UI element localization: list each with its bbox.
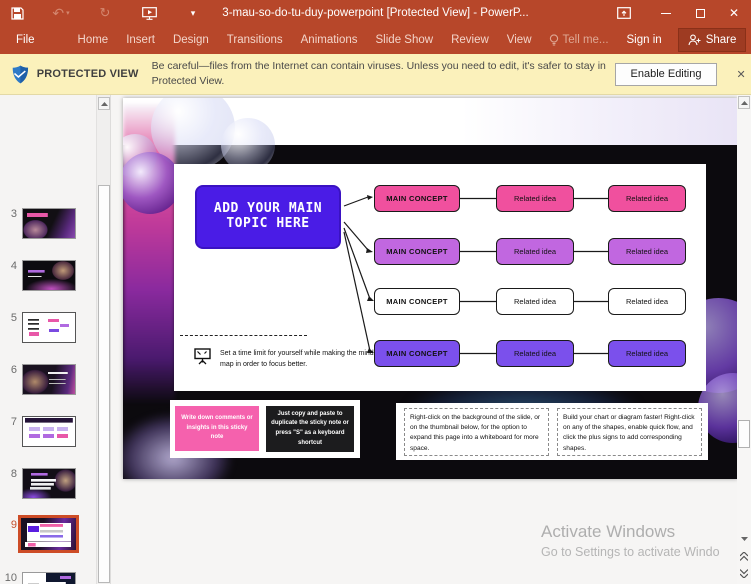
selected-slide-border[interactable]	[18, 515, 79, 553]
mindmap-row-1: MAIN CONCEPT Related idea Related idea	[174, 185, 706, 212]
slide-canvas: ADD YOUR MAIN TOPIC HERE MAIN CONCEPT Re…	[110, 95, 737, 584]
share-button[interactable]: Share	[677, 28, 747, 52]
thumbnail-scrollbar[interactable]	[96, 95, 110, 584]
tab-design[interactable]: Design	[164, 26, 218, 54]
window-controls: ✕	[607, 0, 751, 26]
related-idea-box[interactable]: Related idea	[608, 288, 686, 315]
instruction-box-2: Build your chart or diagram faster! Righ…	[557, 408, 702, 456]
title-bar: ↶ ▾ ↻ ▾ 3-mau-so-do-tu-duy-powerpoint [Pr…	[0, 0, 751, 26]
tell-me-box[interactable]: Tell me...	[541, 33, 617, 47]
tab-animations[interactable]: Animations	[292, 26, 367, 54]
slide-thumbnail-10[interactable]	[22, 572, 76, 584]
slide-number: 10	[4, 572, 17, 584]
slide-thumbnail-8[interactable]	[22, 468, 76, 499]
tab-view[interactable]: View	[498, 26, 541, 54]
black-sticky-note[interactable]: Just copy and paste to duplicate the sti…	[266, 406, 354, 452]
related-idea-box[interactable]: Related idea	[496, 288, 574, 315]
slide-number: 6	[10, 364, 17, 376]
related-idea-box[interactable]: Related idea	[608, 185, 686, 212]
slide-thumbnail-6[interactable]	[22, 364, 76, 395]
quick-access-toolbar: ↶ ▾ ↻ ▾	[0, 0, 210, 26]
scroll-down-icon[interactable]	[738, 533, 750, 546]
slide-thumbnail-3[interactable]	[22, 208, 76, 239]
tab-slideshow[interactable]: Slide Show	[367, 26, 443, 54]
tab-insert[interactable]: Insert	[117, 26, 164, 54]
sticky-notes-panel[interactable]: Write down comments or insights in this …	[170, 400, 360, 458]
activate-windows-watermark: Activate Windows	[541, 522, 676, 541]
activate-windows-subtext: Go to Settings to activate Windo	[541, 545, 720, 559]
redo-icon[interactable]: ↻	[88, 0, 122, 26]
minimize-button[interactable]	[649, 0, 683, 26]
scroll-up-icon[interactable]	[738, 96, 750, 109]
slide-thumbnail-4[interactable]	[22, 260, 76, 291]
slide-thumbnail-5[interactable]	[22, 312, 76, 343]
qat-dropdown-icon[interactable]: ▾	[176, 0, 210, 26]
ribbon-tabs: File Home Insert Design Transitions Anim…	[0, 26, 751, 54]
next-slide-icon[interactable]	[738, 567, 750, 580]
vertical-scrollbar[interactable]	[737, 95, 751, 584]
pink-sticky-note[interactable]: Write down comments or insights in this …	[175, 406, 259, 451]
lightbulb-icon	[549, 33, 558, 46]
instructions-panel[interactable]: Right-click on the background of the sli…	[396, 403, 708, 460]
tab-file[interactable]: File	[2, 26, 49, 54]
protected-view-message: Be careful—files from the Internet can c…	[151, 59, 606, 87]
ribbon-display-options-icon[interactable]	[607, 0, 641, 26]
share-person-icon	[688, 34, 701, 46]
scroll-up-icon[interactable]	[98, 97, 110, 110]
maximize-button[interactable]	[683, 0, 717, 26]
sign-in-button[interactable]: Sign in	[617, 34, 672, 46]
scrollbar-thumb[interactable]	[738, 420, 750, 448]
instruction-box-1: Right-click on the background of the sli…	[404, 408, 549, 456]
protected-view-close-icon[interactable]: ✕	[731, 68, 751, 81]
scrollbar-thumb[interactable]	[98, 185, 110, 583]
protected-view-label: PROTECTED VIEW	[36, 68, 139, 80]
slide-number-selected: 9	[10, 519, 17, 531]
workspace: 3 4 5 6 7 8 9 10 11 12	[0, 95, 751, 584]
tab-transitions[interactable]: Transitions	[218, 26, 292, 54]
dashed-divider	[180, 335, 307, 336]
main-concept-box[interactable]: MAIN CONCEPT	[374, 185, 460, 212]
previous-slide-icon[interactable]	[738, 550, 750, 563]
share-label: Share	[705, 34, 737, 46]
close-button[interactable]: ✕	[717, 0, 751, 26]
main-concept-box[interactable]: MAIN CONCEPT	[374, 238, 460, 265]
main-concept-box[interactable]: MAIN CONCEPT	[374, 340, 460, 367]
tip-text: Set a time limit for yourself while maki…	[220, 350, 374, 368]
protected-view-bar: PROTECTED VIEW Be careful—files from the…	[0, 54, 751, 95]
slide-number: 7	[10, 416, 17, 428]
main-concept-box[interactable]: MAIN CONCEPT	[374, 288, 460, 315]
start-slideshow-icon[interactable]	[132, 0, 166, 26]
mindmap-row-3: MAIN CONCEPT Related idea Related idea	[174, 288, 706, 315]
slide-number: 5	[10, 312, 17, 324]
related-idea-box[interactable]: Related idea	[608, 340, 686, 367]
slide-number: 3	[10, 208, 17, 220]
slide-thumbnail-9[interactable]	[21, 518, 76, 550]
tab-home[interactable]: Home	[69, 26, 118, 54]
projector-screen-icon	[194, 348, 211, 365]
related-idea-box[interactable]: Related idea	[496, 185, 574, 212]
tab-review[interactable]: Review	[442, 26, 498, 54]
slide-thumbnail-7[interactable]	[22, 416, 76, 447]
slide-number: 8	[10, 468, 17, 480]
slide-number: 4	[10, 260, 17, 272]
undo-icon[interactable]: ↶ ▾	[44, 0, 78, 26]
slide-editing-area[interactable]: ADD YOUR MAIN TOPIC HERE MAIN CONCEPT Re…	[123, 98, 737, 479]
powerpoint-window: ↶ ▾ ↻ ▾ 3-mau-so-do-tu-duy-powerpoint [Pr…	[0, 0, 751, 584]
save-icon[interactable]	[0, 0, 34, 26]
tell-me-label: Tell me...	[562, 34, 609, 46]
mindmap-panel[interactable]: ADD YOUR MAIN TOPIC HERE MAIN CONCEPT Re…	[174, 164, 706, 391]
related-idea-box[interactable]: Related idea	[496, 238, 574, 265]
slide-thumbnail-panel: 3 4 5 6 7 8 9 10 11 12	[0, 95, 96, 584]
mindmap-row-2: MAIN CONCEPT Related idea Related idea	[174, 238, 706, 265]
related-idea-box[interactable]: Related idea	[608, 238, 686, 265]
related-idea-box[interactable]: Related idea	[496, 340, 574, 367]
shield-icon	[12, 65, 29, 83]
enable-editing-button[interactable]: Enable Editing	[614, 62, 718, 86]
